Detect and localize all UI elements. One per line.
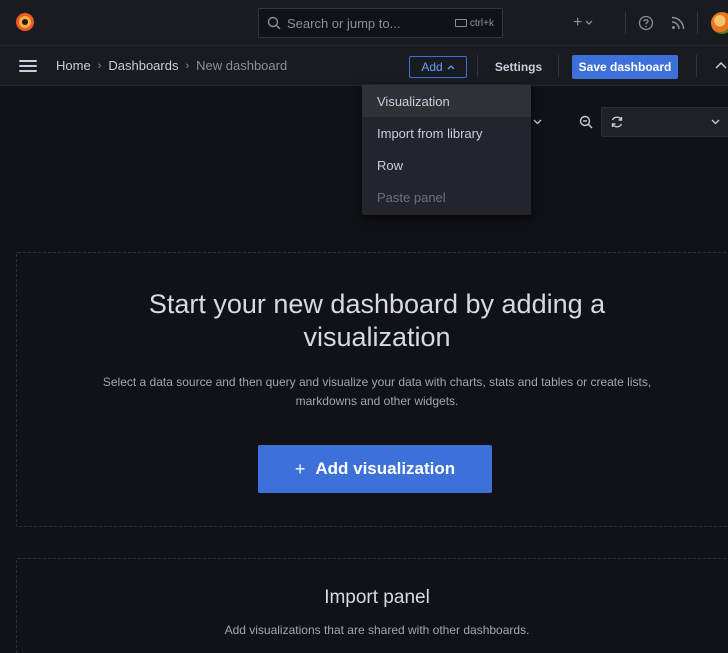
hamburger-icon[interactable]: [19, 60, 37, 72]
breadcrumb-home[interactable]: Home: [56, 58, 91, 73]
chevron-down-icon: [533, 119, 541, 125]
search-placeholder: Search or jump to...: [287, 15, 401, 31]
search-icon: [267, 16, 281, 30]
grafana-logo-icon[interactable]: [14, 11, 36, 33]
search-input[interactable]: Search or jump to... ctrl+k: [258, 8, 503, 38]
chevron-right-icon: ›: [185, 59, 190, 72]
add-button-label: Add: [421, 60, 443, 74]
top-bar: Search or jump to... ctrl+k +: [0, 0, 728, 46]
breadcrumb-current: New dashboard: [196, 58, 288, 73]
divider: [558, 55, 559, 77]
search-shortcut-label: ctrl+k: [469, 17, 494, 29]
divider: [696, 55, 697, 77]
user-avatar[interactable]: [711, 12, 728, 34]
zoom-out-icon: [579, 115, 593, 129]
refresh-picker[interactable]: [601, 107, 728, 137]
breadcrumb: Home › Dashboards › New dashboard: [56, 58, 287, 73]
refresh-icon[interactable]: [610, 115, 624, 129]
empty-state-title: Start your new dashboard by adding a vis…: [148, 289, 606, 352]
new-menu-button[interactable]: +: [573, 0, 613, 46]
chevron-down-icon[interactable]: [711, 119, 720, 125]
add-visualization-button[interactable]: + Add visualization: [258, 445, 492, 493]
divider: [477, 55, 478, 77]
menu-item-row[interactable]: Row: [362, 149, 531, 181]
keyboard-icon: [454, 19, 467, 27]
zoom-out-button[interactable]: [573, 107, 599, 137]
settings-button[interactable]: Settings: [487, 56, 550, 78]
divider: [625, 12, 626, 34]
plus-icon: +: [294, 458, 306, 479]
divider: [697, 12, 698, 34]
chevron-up-icon: [447, 65, 455, 70]
menu-item-paste-panel: Paste panel: [377, 189, 446, 205]
rss-icon: [671, 16, 685, 30]
menu-item-import-from-library[interactable]: Import from library: [362, 117, 531, 149]
add-menu: Visualization Import from library Row Pa…: [362, 84, 531, 215]
help-button[interactable]: [638, 0, 658, 46]
news-button[interactable]: [670, 0, 690, 46]
chevron-right-icon: ›: [97, 59, 102, 72]
import-panel-description: Add visualizations that are shared with …: [224, 623, 530, 637]
help-icon: [638, 15, 654, 31]
save-dashboard-button[interactable]: Save dashboard: [572, 55, 678, 79]
import-panel: Import panel Add visualizations that are…: [16, 558, 728, 653]
add-button[interactable]: Add: [409, 56, 467, 78]
search-shortcut: ctrl+k: [454, 17, 494, 29]
plus-icon: +: [573, 14, 583, 31]
import-panel-title: Import panel: [324, 587, 430, 608]
chevron-up-icon[interactable]: [713, 58, 728, 74]
dashboard-nav-bar: Home › Dashboards › New dashboard Add Se…: [0, 46, 728, 86]
empty-dashboard-panel: Start your new dashboard by adding a vis…: [16, 252, 728, 527]
menu-item-visualization[interactable]: Visualization: [362, 85, 531, 117]
empty-state-description: Select a data source and then query and …: [102, 375, 652, 408]
chevron-down-icon: [585, 20, 593, 25]
breadcrumb-dashboards[interactable]: Dashboards: [108, 58, 178, 73]
add-visualization-label: Add visualization: [315, 459, 456, 478]
